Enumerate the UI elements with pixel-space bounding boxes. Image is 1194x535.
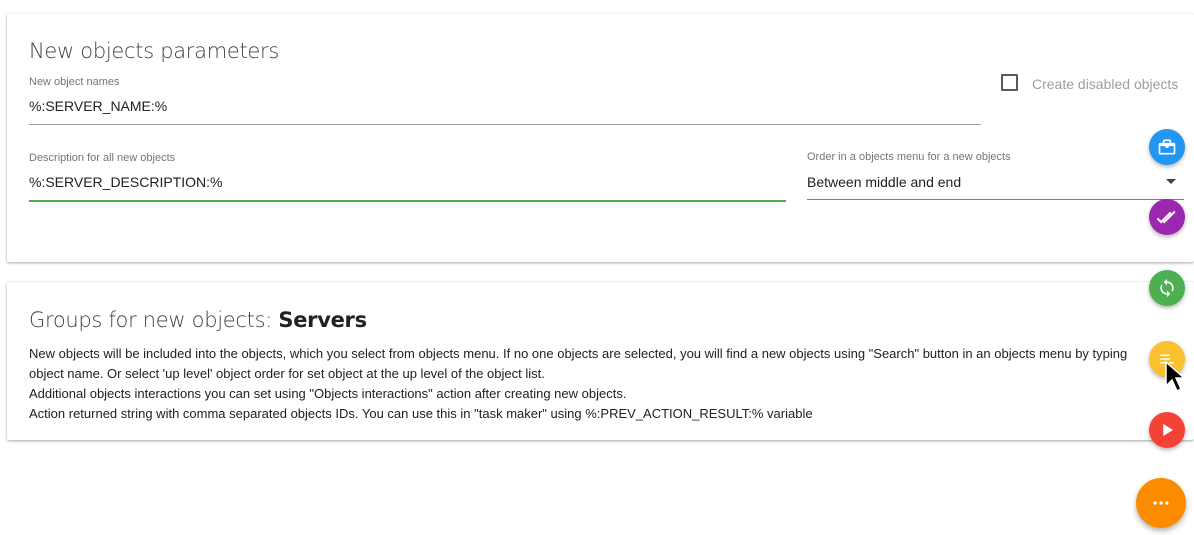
groups-title-prefix: Groups for new objects: — [29, 308, 279, 332]
create-disabled-label[interactable]: Create disabled objects — [1032, 76, 1178, 92]
groups-description-line: Additional objects interactions you can … — [29, 386, 627, 401]
order-select-value[interactable]: Between middle and end — [807, 174, 961, 190]
sync-icon — [1160, 278, 1174, 298]
object-names-underline — [29, 124, 981, 125]
run-fab-button[interactable] — [1149, 412, 1185, 448]
groups-title-group: Servers — [278, 308, 367, 332]
briefcase-icon — [1158, 139, 1176, 155]
play-icon — [1163, 424, 1173, 436]
groups-description-line: New objects will be included into the ob… — [29, 346, 1128, 361]
order-select[interactable]: Order in a objects menu for a new object… — [807, 151, 1184, 201]
tools-fab-button[interactable] — [1149, 129, 1185, 165]
object-names-label: New object names — [29, 76, 120, 88]
more-horizontal-icon — [1153, 501, 1169, 505]
order-select-underline — [807, 199, 1184, 200]
double-check-icon — [1156, 210, 1176, 224]
groups-card: Groups for new objects: Servers New obje… — [7, 282, 1194, 440]
check-fab-button[interactable] — [1149, 199, 1185, 235]
mouse-cursor-icon — [1165, 360, 1186, 393]
description-field[interactable]: Description for all new objects %:SERVER… — [29, 152, 786, 202]
parameters-card-title: New objects parameters — [29, 39, 280, 63]
create-disabled-checkbox[interactable] — [1001, 74, 1018, 91]
object-names-field[interactable]: New object names %:SERVER_NAME:% — [29, 76, 981, 126]
object-names-input[interactable]: %:SERVER_NAME:% — [29, 98, 167, 114]
order-select-label: Order in a objects menu for a new object… — [807, 151, 1011, 163]
description-underline — [29, 200, 786, 202]
sync-fab-button[interactable] — [1149, 270, 1185, 306]
description-input[interactable]: %:SERVER_DESCRIPTION:% — [29, 174, 222, 190]
more-fab-button[interactable] — [1136, 478, 1186, 528]
dropdown-caret-icon[interactable] — [1166, 179, 1176, 184]
groups-description-line: object name. Or select 'up level' object… — [29, 366, 545, 381]
description-label: Description for all new objects — [29, 152, 176, 164]
groups-description: New objects will be included into the ob… — [29, 344, 1179, 424]
groups-description-line: Action returned string with comma separa… — [29, 406, 813, 421]
groups-card-title: Groups for new objects: Servers — [29, 308, 367, 332]
parameters-card: New objects parameters New object names … — [7, 14, 1194, 262]
